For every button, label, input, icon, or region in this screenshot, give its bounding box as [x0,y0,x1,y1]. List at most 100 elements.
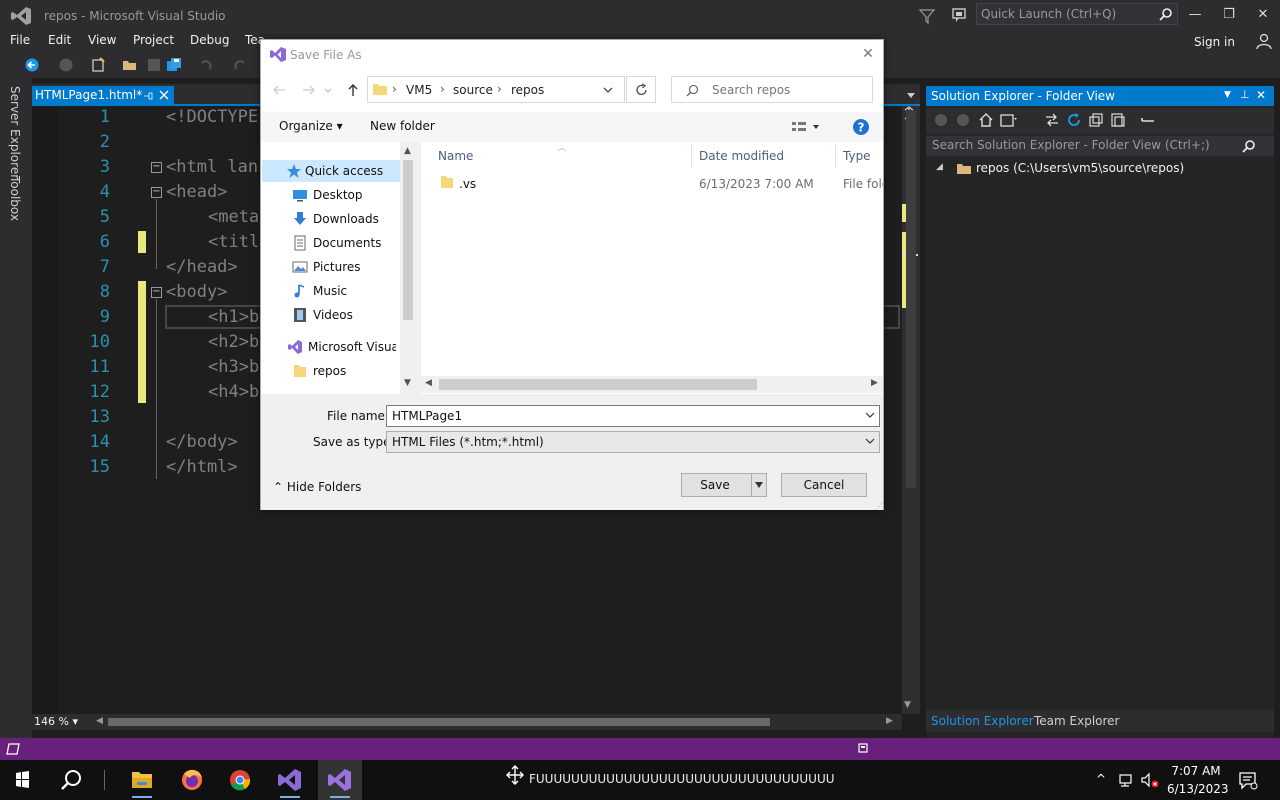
clock-time[interactable]: 7:07 AM [1170,764,1222,778]
menu-file[interactable]: File [8,33,32,47]
horizontal-scrollbar-thumb[interactable] [108,718,770,726]
back-icon[interactable] [24,57,40,73]
nav-item-downloads[interactable]: Downloads [286,209,401,231]
help-icon[interactable]: ? [852,118,870,136]
quick-launch-input[interactable]: Quick Launch (Ctrl+Q) [976,3,1178,25]
address-bar[interactable]: › VM5 › source › repos [367,76,625,103]
back-arrow-icon[interactable] [271,82,287,98]
save-icon[interactable] [146,57,162,73]
sync-icon[interactable] [1044,112,1060,128]
visual-studio-icon[interactable] [320,762,360,798]
new-project-icon[interactable] [90,57,106,73]
scroll-down-icon[interactable]: ▼ [904,700,916,712]
back-icon[interactable] [934,113,948,127]
visual-studio-code-icon[interactable] [270,762,310,798]
nav-item-music[interactable]: Music [286,281,401,303]
file-row[interactable]: .vs 6/13/2023 7:00 AM File fold [433,172,883,194]
chrome-icon[interactable] [220,762,260,798]
close-icon[interactable] [158,89,170,101]
refresh-button[interactable] [626,76,656,103]
scroll-right-icon[interactable]: ▶ [871,378,878,388]
nav-item-repos[interactable]: repos [286,361,401,383]
collapse-all-icon[interactable] [1088,112,1104,128]
undo-icon[interactable] [198,57,214,73]
scroll-up-icon[interactable]: ▲ [404,146,411,156]
tree-item-repos[interactable]: ◢ repos (C:\Users\vm5\source\repos) [936,160,1272,178]
change-view-icon[interactable] [791,120,821,134]
show-all-files-icon[interactable] [1110,112,1126,128]
file-explorer-icon[interactable] [122,762,162,798]
panel-dropdown-icon[interactable]: ▼ [1224,90,1231,100]
dialog-search-input[interactable]: Search repos [671,76,873,103]
refresh-icon[interactable] [1066,112,1082,128]
zoom-select[interactable]: 146 % ▾ [34,715,94,729]
scroll-left-icon[interactable]: ◀ [425,378,432,388]
new-folder-button[interactable]: New folder [370,119,435,133]
column-header-name[interactable]: Name [438,149,473,163]
network-icon[interactable] [1118,772,1136,788]
nav-item-documents[interactable]: Documents [286,233,401,255]
nav-item-microsoft-visual-studio[interactable]: Microsoft Visual S [281,337,396,359]
collapse-toggle[interactable]: − [151,162,162,173]
up-arrow-icon[interactable] [345,82,361,98]
minimize-button[interactable]: — [1180,4,1210,26]
save-as-type-select[interactable]: HTML Files (*.htm;*.html) [386,431,880,453]
resize-grip[interactable]: ⋰ [875,502,883,511]
forward-icon[interactable] [956,113,970,127]
account-icon[interactable] [1255,32,1273,50]
collapse-toggle[interactable]: − [151,187,162,198]
windows-start-icon[interactable] [2,762,42,798]
scroll-left-icon[interactable]: ◀ [96,716,103,726]
nav-scrollbar-thumb[interactable] [403,160,413,320]
close-window-button[interactable]: ✕ [1248,4,1278,26]
nav-item-desktop[interactable]: Desktop [286,185,401,207]
file-name-input[interactable]: HTMLPage1 [386,405,880,427]
save-all-icon[interactable] [166,57,182,73]
chevron-down-icon[interactable] [602,85,614,95]
breadcrumb-vm5[interactable]: VM5 [406,83,432,97]
action-center-icon[interactable] [1238,770,1258,790]
chevron-down-icon[interactable] [865,410,875,420]
dialog-close-button[interactable]: ✕ [859,46,877,64]
scrollbar-thumb[interactable] [906,110,916,488]
notification-icon[interactable] [858,743,868,753]
tab-solution-explorer[interactable]: Solution Explorer [931,714,1034,728]
collapse-toggle[interactable]: − [151,287,162,298]
breadcrumb-source[interactable]: source [453,83,493,97]
hide-folders-button[interactable]: ⌃ Hide Folders [273,480,361,494]
scroll-right-icon[interactable]: ▶ [886,716,893,726]
column-header-date-modified[interactable]: Date modified [699,149,784,163]
nav-item-quick-access[interactable]: Quick access [261,161,399,183]
scroll-down-icon[interactable]: ▼ [404,378,411,388]
nav-item-pictures[interactable]: Pictures [286,257,401,279]
recent-locations-chevron-icon[interactable] [323,82,333,98]
chevron-down-icon[interactable] [865,436,875,446]
toolbox-tab[interactable]: Toolbox [8,176,22,221]
organize-button[interactable]: Organize ▾ [279,119,343,133]
menu-edit[interactable]: Edit [46,33,73,47]
properties-icon[interactable] [1140,116,1156,126]
expand-arrow-icon[interactable]: ◢ [936,162,943,172]
menu-view[interactable]: View [86,33,118,47]
save-options-dropdown-icon[interactable] [754,481,764,489]
tab-team-explorer[interactable]: Team Explorer [1034,714,1120,728]
column-header-type[interactable]: Type [843,149,871,163]
feedback-icon[interactable] [950,6,968,24]
pin-icon[interactable]: ⊥ [1240,88,1250,101]
redo-icon[interactable] [232,57,248,73]
restore-button[interactable]: ❐ [1214,4,1244,26]
pin-icon[interactable] [142,90,154,102]
menu-project[interactable]: Project [131,33,176,47]
sign-in-link[interactable]: Sign in [1194,35,1235,49]
switch-views-icon[interactable] [1000,112,1018,128]
menu-debug[interactable]: Debug [188,33,231,47]
nav-item-videos[interactable]: Videos [286,305,401,327]
tab-htmlpage1[interactable]: HTMLPage1.html* [32,86,174,106]
server-explorer-tab[interactable]: Server Explorer [8,86,22,179]
forward-icon[interactable] [58,57,74,73]
breadcrumb-repos[interactable]: repos [511,83,544,97]
home-icon[interactable] [978,112,994,128]
solution-explorer-search-input[interactable]: Search Solution Explorer - Folder View (… [926,136,1274,156]
chevron-down-icon[interactable] [906,90,916,100]
firefox-icon[interactable] [172,762,212,798]
